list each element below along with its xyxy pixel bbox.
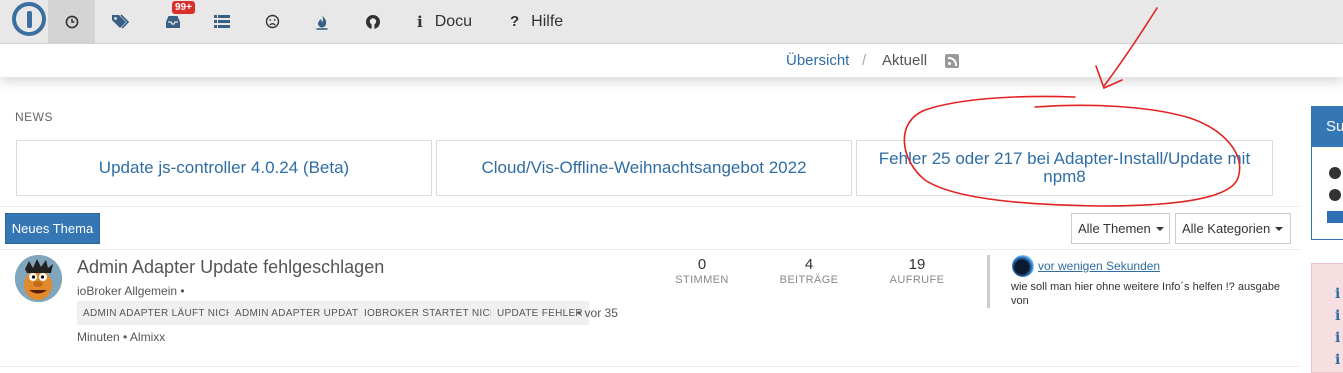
filter-categories-dropdown[interactable]: Alle Kategorien	[1175, 213, 1291, 244]
caret-down-icon	[1155, 226, 1164, 231]
news-card[interactable]: Fehler 25 oder 217 bei Adapter-Install/U…	[856, 140, 1273, 196]
nav-hilfe[interactable]: ? Hilfe	[510, 0, 580, 43]
breadcrumb-separator: /	[862, 52, 867, 69]
clock-icon	[65, 15, 79, 29]
stat-label: STIMMEN	[675, 274, 729, 286]
nav-docu-label: Docu	[434, 12, 473, 30]
stat-views: 19 AUFRUFE	[877, 256, 957, 286]
filter-topics-dropdown[interactable]: Alle Themen	[1071, 213, 1170, 244]
nav-categories[interactable]	[207, 0, 237, 43]
tags-icon	[111, 13, 129, 30]
stat-label: BEITRÄGE	[779, 274, 839, 286]
caret-down-icon	[1275, 226, 1284, 231]
rss-icon[interactable]	[945, 54, 959, 68]
question-icon: ?	[510, 13, 520, 30]
filter-categories-label: Alle Kategorien	[1182, 221, 1271, 236]
topic-category[interactable]: ioBroker Allgemein •	[77, 284, 185, 298]
stat-posts: 4 BEITRÄGE	[769, 256, 849, 286]
stat-value: 19	[908, 256, 926, 273]
nav-hilfe-label: Hilfe	[531, 12, 564, 30]
topic-tag[interactable]: IOBROKER STARTET NICHT	[358, 301, 510, 325]
divider	[0, 366, 1300, 367]
notification-badge: 99+	[172, 1, 195, 14]
frown-icon	[265, 14, 280, 29]
filter-topics-label: Alle Themen	[1078, 221, 1151, 236]
teaser-text[interactable]: wie soll man hier ohne weitere Info´s he…	[1011, 280, 1281, 308]
info-widget: i i i i	[1311, 263, 1343, 373]
topic-author[interactable]: Minuten • Almixx	[77, 330, 165, 344]
breadcrumb-overview[interactable]: Übersicht	[786, 52, 849, 69]
nav-github[interactable]	[358, 0, 388, 43]
teaser-timestamp[interactable]: vor wenigen Sekunden	[1038, 259, 1160, 273]
fire-icon	[315, 14, 329, 30]
inbox-icon	[165, 15, 181, 29]
avatar[interactable]	[15, 255, 62, 302]
topic-tag[interactable]: UPDATE FEHLER	[491, 301, 589, 325]
breadcrumb: Übersicht / Aktuell	[0, 44, 1343, 77]
teaser-avatar[interactable]	[1012, 255, 1034, 277]
new-topic-button[interactable]: Neues Thema	[5, 213, 100, 244]
github-icon	[365, 14, 381, 30]
stat-votes: 0 STIMMEN	[662, 256, 742, 286]
info-icon: i	[1335, 286, 1341, 302]
support-widget: Su	[1311, 106, 1343, 240]
teaser-divider	[987, 255, 990, 308]
nav-docu[interactable]: i Docu	[417, 0, 487, 43]
info-icon: i	[1335, 330, 1341, 346]
breadcrumb-current: Aktuell	[882, 52, 928, 69]
divider	[0, 249, 1300, 250]
news-card[interactable]: Update js-controller 4.0.24 (Beta)	[16, 140, 432, 196]
nav-recent[interactable]	[48, 0, 95, 43]
topic-title[interactable]: Admin Adapter Update fehlgeschlagen	[77, 257, 384, 278]
paypal-icon[interactable]	[1327, 211, 1343, 223]
info-icon: i	[1335, 308, 1341, 324]
nav-popular[interactable]	[307, 0, 337, 43]
topic-tag[interactable]: ADMIN ADAPTER LÄUFT NICHT	[77, 301, 246, 325]
stat-value: 4	[804, 256, 814, 273]
info-icon: i	[417, 12, 423, 31]
stat-value: 0	[697, 256, 707, 273]
topic-tag[interactable]: ADMIN ADAPTER UPDATE	[229, 301, 372, 325]
github-icon[interactable]	[1329, 167, 1341, 179]
github-icon[interactable]	[1329, 189, 1341, 201]
info-icon: i	[1335, 352, 1341, 368]
nav-tags[interactable]	[105, 0, 135, 43]
news-card[interactable]: Cloud/Vis-Offline-Weihnachtsangebot 2022	[436, 140, 852, 196]
divider	[0, 206, 1300, 207]
stat-label: AUFRUFE	[889, 274, 945, 286]
topic-timestamp: • vor 35	[577, 306, 618, 320]
list-icon	[214, 15, 230, 28]
news-label: NEWS	[15, 110, 53, 124]
support-widget-header: Su	[1312, 107, 1343, 147]
iobroker-logo-icon[interactable]	[12, 2, 46, 36]
top-navbar: 99+ i Docu ? Hilfe	[0, 0, 1343, 44]
nav-inbox[interactable]: 99+	[158, 0, 195, 43]
nav-unread[interactable]	[257, 0, 287, 43]
